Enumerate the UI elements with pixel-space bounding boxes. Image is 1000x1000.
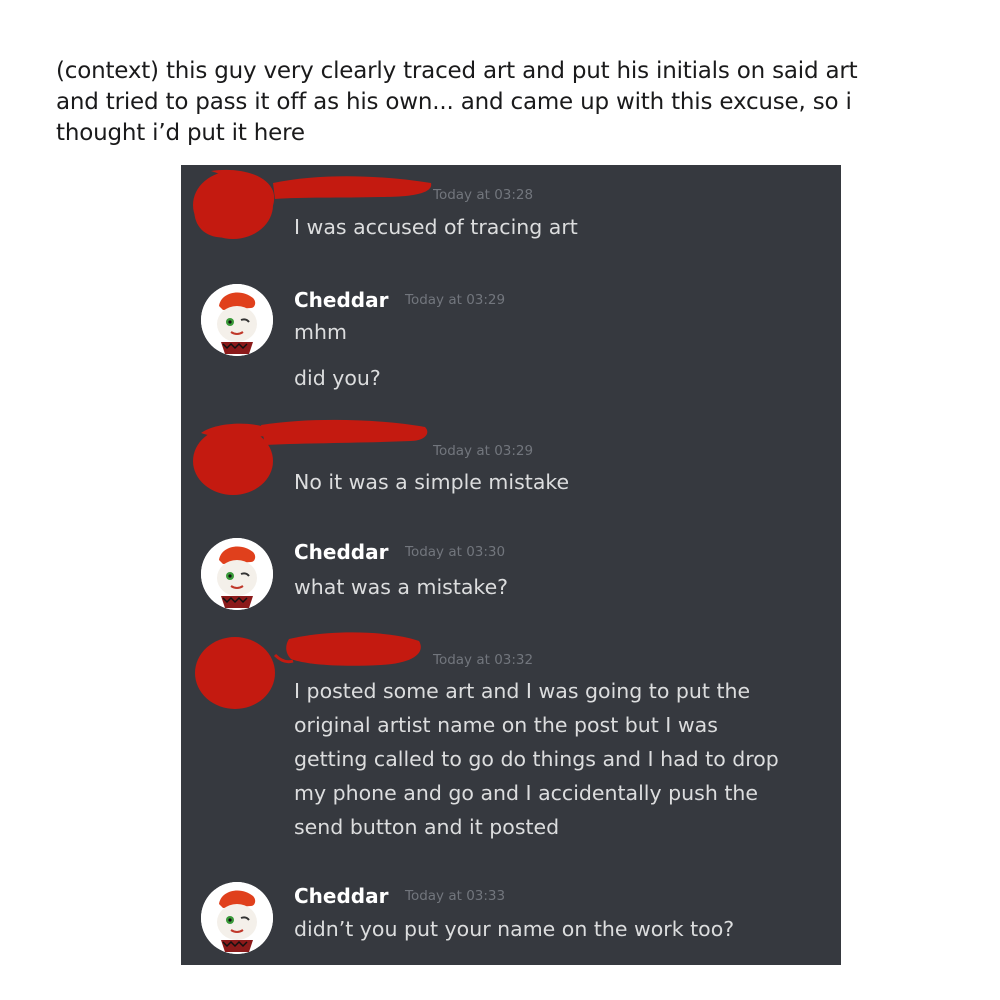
message-text: my phone and go and I accidentally push …: [294, 781, 758, 805]
caption-line: (context) this guy very clearly traced a…: [56, 58, 858, 84]
message-text: original artist name on the post but I w…: [294, 713, 718, 737]
message-timestamp: Today at 03:28: [433, 187, 534, 203]
message-text: send button and it posted: [294, 815, 560, 839]
post-caption: (context) this guy very clearly traced a…: [56, 56, 966, 149]
avatar[interactable]: [201, 284, 273, 356]
message-timestamp: Today at 03:30: [405, 544, 506, 560]
message-timestamp: Today at 03:33: [405, 888, 506, 904]
chat-screenshot: Today at 03:28 I was accused of tracing …: [181, 165, 841, 965]
message-text: I was accused of tracing art: [294, 215, 578, 239]
message-timestamp: Today at 03:32: [433, 652, 534, 668]
avatar[interactable]: [201, 538, 273, 610]
message-author[interactable]: Cheddar: [294, 540, 388, 564]
message-author[interactable]: Cheddar: [294, 288, 388, 312]
avatar[interactable]: [201, 882, 273, 954]
message-author[interactable]: Cheddar: [294, 884, 388, 908]
caption-line: thought i’d put it here: [56, 120, 305, 146]
message-text: I posted some art and I was going to put…: [294, 679, 751, 703]
message-text: did you?: [294, 366, 381, 390]
message-text: what was a mistake?: [294, 575, 509, 599]
message-text: didn’t you put your name on the work too…: [294, 917, 735, 941]
message-text: No it was a simple mistake: [294, 470, 570, 494]
cartoon-character-avatar-icon: [201, 538, 273, 610]
message-text: mhm: [294, 320, 347, 344]
cartoon-character-avatar-icon: [201, 284, 273, 356]
message-timestamp: Today at 03:29: [433, 443, 534, 459]
message-text: getting called to go do things and I had…: [294, 747, 779, 771]
message-timestamp: Today at 03:29: [405, 292, 506, 308]
cartoon-character-avatar-icon: [201, 882, 273, 954]
caption-line: and tried to pass it off as his own... a…: [56, 89, 852, 115]
